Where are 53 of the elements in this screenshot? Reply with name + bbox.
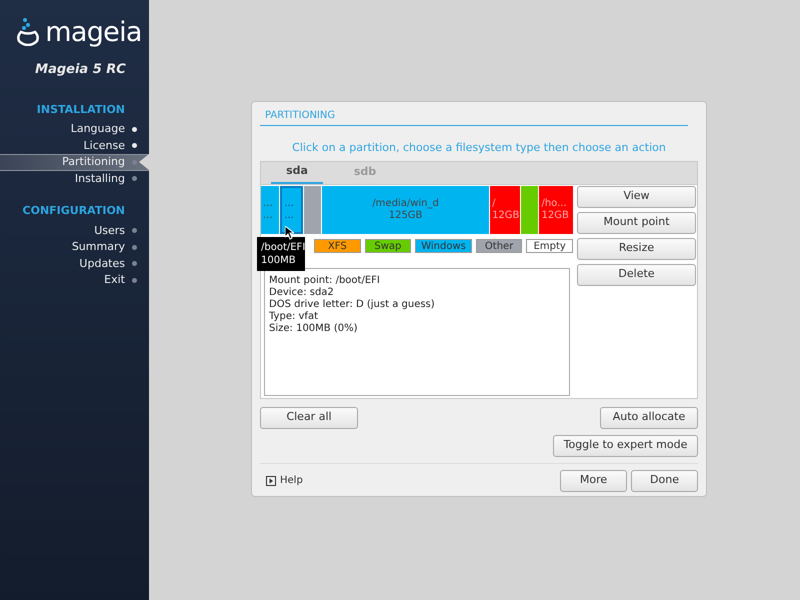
step-item[interactable]: Updates xyxy=(0,256,149,272)
info-line: Size: 100MB (0%) xyxy=(269,322,358,334)
step-item[interactable]: Partitioning xyxy=(0,154,149,170)
logo-wordmark: mageia xyxy=(45,18,142,46)
info-line: Type: vfat xyxy=(269,310,320,322)
partition-label: ... xyxy=(263,210,274,222)
clear-all-button[interactable]: Clear all xyxy=(260,406,358,428)
partition-block[interactable] xyxy=(521,186,538,234)
step-item[interactable]: Language xyxy=(0,121,149,138)
action-button[interactable]: Delete xyxy=(577,264,696,286)
partition-label: 12GB xyxy=(541,210,570,222)
version-label: Mageia 5 RC xyxy=(34,61,127,79)
step-item[interactable]: Users xyxy=(0,222,149,239)
filesystem-legend-item: Other xyxy=(476,238,522,252)
filesystem-legend-item: Empty xyxy=(526,238,574,252)
action-button[interactable]: View xyxy=(577,186,696,208)
mouse-cursor-icon xyxy=(285,226,294,240)
step-item[interactable]: Summary xyxy=(0,239,149,256)
section-heading: INSTALLATION xyxy=(36,102,126,118)
done-button[interactable]: Done xyxy=(631,470,698,492)
partition-block[interactable]: ... ... xyxy=(280,186,303,234)
partition-label: /media/win_d xyxy=(372,198,439,210)
dialog-title: PARTITIONING xyxy=(260,108,688,126)
auto-allocate-button[interactable]: Auto allocate xyxy=(600,406,698,428)
cauldron-logo-icon xyxy=(15,18,42,46)
partition-label: ... xyxy=(263,198,274,210)
filesystem-legend-item: Windows xyxy=(415,238,472,252)
disk-tab[interactable]: sda xyxy=(271,162,323,184)
info-line: Device: sda2 xyxy=(269,286,335,298)
partition-label: ... xyxy=(284,198,295,210)
info-line: DOS drive letter: D (just a guess) xyxy=(269,298,436,310)
expert-mode-button[interactable]: Toggle to expert mode xyxy=(553,434,698,456)
partition-label: 125GB xyxy=(388,210,422,222)
help-label[interactable]: Help xyxy=(280,473,303,488)
step-item[interactable]: License xyxy=(0,138,149,154)
more-button[interactable]: More xyxy=(560,470,627,492)
step-item[interactable]: Installing xyxy=(0,170,149,187)
partition-label: 12GB xyxy=(492,210,518,222)
partition-block[interactable] xyxy=(304,186,322,234)
partition-block[interactable]: ... ... xyxy=(261,186,280,234)
section-heading: CONFIGURATION xyxy=(22,203,126,219)
step-item[interactable]: Exit xyxy=(0,272,149,288)
partition-label: / xyxy=(492,198,496,210)
filesystem-legend-item: Swap xyxy=(364,238,412,252)
filesystem-legend-item: XFS xyxy=(314,238,361,252)
action-button[interactable]: Resize xyxy=(577,238,696,260)
info-line: Mount point: /boot/EFI xyxy=(269,274,381,286)
partition-label: /ho... xyxy=(541,198,568,210)
partition-label: ... xyxy=(284,210,295,222)
partition-block[interactable]: /media/win_d 125GB xyxy=(322,186,490,234)
instruction-text: Click on a partition, choose a filesystem type then choose an action xyxy=(291,140,667,156)
partition-tooltip: /boot/EFI 100MB xyxy=(257,236,305,270)
action-button[interactable]: Mount point xyxy=(577,212,696,234)
